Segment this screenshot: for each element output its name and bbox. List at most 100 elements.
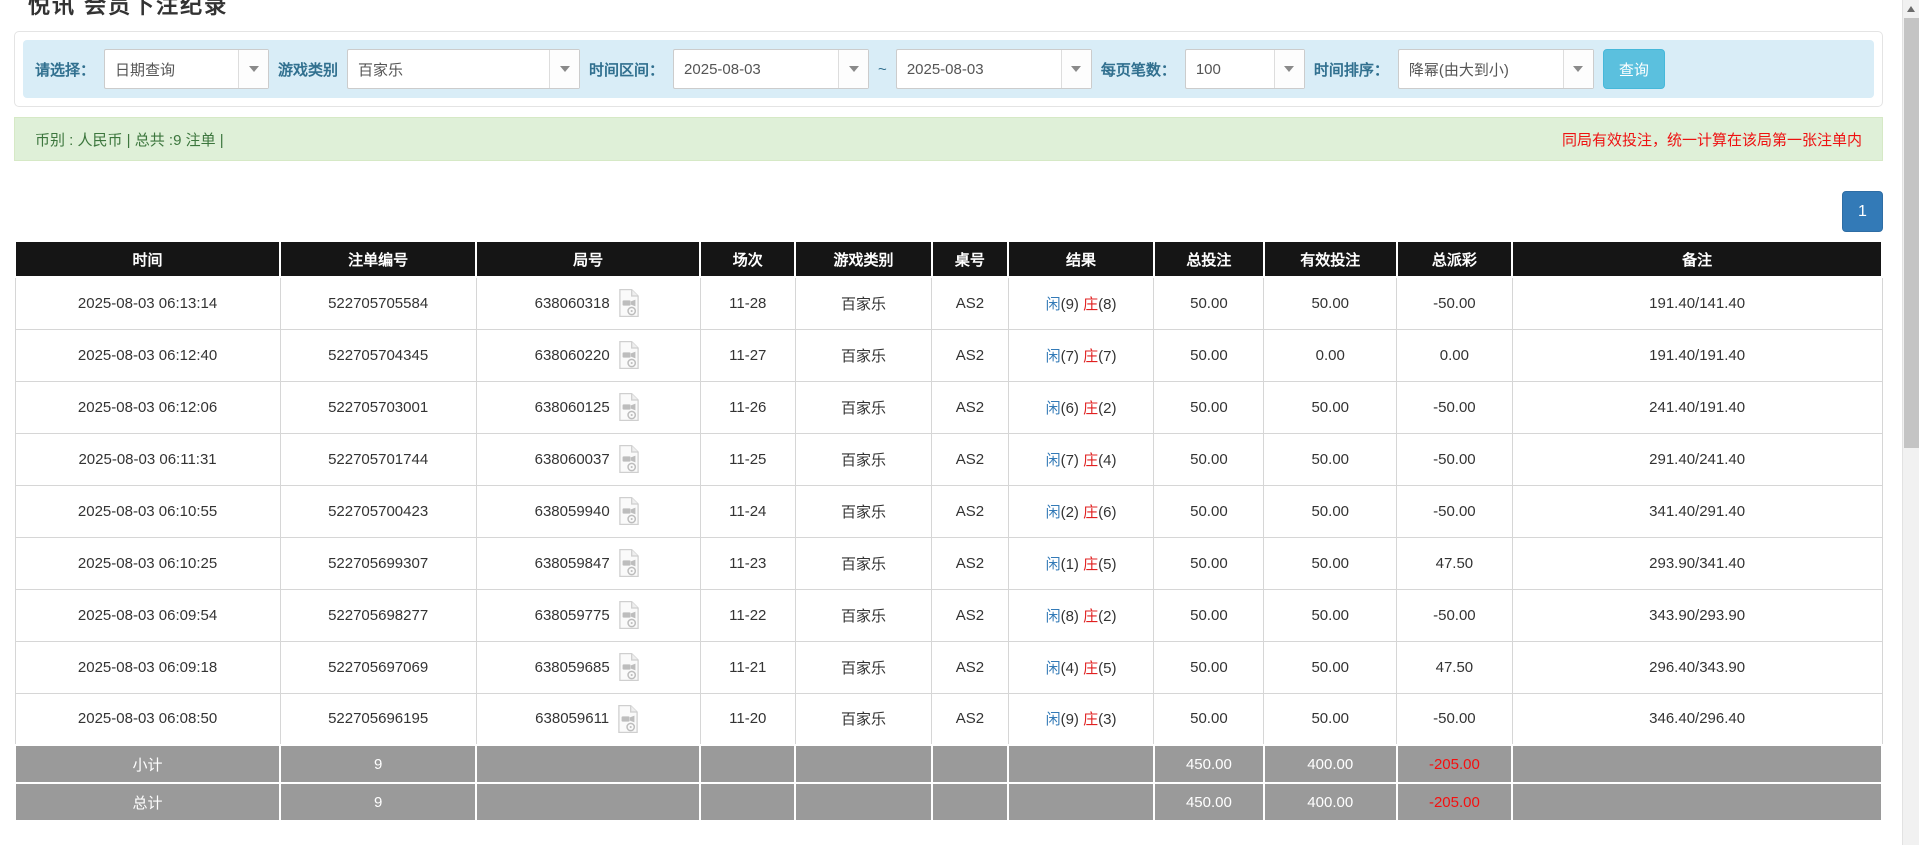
- total-empty: [930, 782, 1010, 822]
- total-total-bet: 450.00: [1152, 782, 1265, 822]
- cell-round: 638060125: [475, 380, 701, 434]
- cell-payout: 47.50: [1396, 536, 1513, 590]
- cell-payout: -50.00: [1396, 380, 1513, 434]
- round-id-text: 638060220: [534, 346, 610, 364]
- chevron-down-icon[interactable]: [1273, 50, 1304, 88]
- cell-valid-bet: 50.00: [1263, 640, 1398, 694]
- query-type-select[interactable]: 日期查询: [104, 49, 270, 89]
- video-replay-icon[interactable]: [616, 340, 642, 370]
- subtotal-valid-bet: 400.00: [1262, 744, 1398, 784]
- result-banker-label: 庄: [1083, 659, 1099, 677]
- round-id-wrap: 638059685: [535, 652, 642, 682]
- table-row: 2025-08-03 06:13:14 522705705584 638060318…: [14, 276, 1883, 330]
- total-empty: [475, 782, 702, 822]
- result-player-num: (7): [1060, 347, 1084, 365]
- cell-game-type: 百家乐: [794, 380, 933, 434]
- date-from-select[interactable]: 2025-08-03: [673, 49, 870, 89]
- column-header-8: 总投注: [1152, 240, 1265, 278]
- subtotal-empty: [1511, 744, 1883, 784]
- cell-bet-id: 522705700423: [279, 484, 477, 538]
- video-replay-icon[interactable]: [616, 444, 642, 474]
- cell-total-bet[interactable]: 50.00: [1153, 276, 1265, 330]
- chevron-down-icon[interactable]: [1060, 50, 1091, 88]
- cell-valid-bet: 0.00: [1263, 328, 1398, 382]
- result-banker-num: (2): [1098, 399, 1117, 417]
- cell-session: 11-22: [699, 588, 796, 642]
- video-replay-icon[interactable]: [616, 548, 642, 578]
- query-type-label: 请选择：: [35, 61, 96, 79]
- cell-valid-bet: 50.00: [1263, 276, 1398, 330]
- video-replay-icon[interactable]: [616, 288, 642, 318]
- cell-game-type: 百家乐: [794, 432, 933, 486]
- cell-valid-bet: 50.00: [1263, 380, 1398, 434]
- table-row: 2025-08-03 06:09:54 522705698277 638059775…: [14, 588, 1883, 642]
- round-id-text: 638060125: [534, 398, 610, 416]
- cell-time: 2025-08-03 06:13:14: [14, 276, 281, 330]
- result-player-label: 闲: [1045, 555, 1061, 573]
- cell-total-bet[interactable]: 50.00: [1153, 692, 1265, 746]
- cell-time: 2025-08-03 06:12:40: [14, 328, 281, 382]
- cell-note: 291.40/241.40: [1511, 432, 1883, 486]
- bet-records-table: 时间 注单编号 局号 场次 游戏类别 桌号 结果 总投注 有效投注 总派彩 备注 2025-08-0…: [13, 240, 1883, 822]
- cell-payout: -50.00: [1396, 276, 1513, 330]
- total-valid-bet: 400.00: [1262, 782, 1398, 822]
- date-range-separator: ~: [878, 60, 887, 78]
- game-type-select[interactable]: 百家乐: [347, 49, 581, 89]
- cell-table-no: AS2: [931, 328, 1009, 382]
- cell-note: 293.90/341.40: [1511, 536, 1883, 590]
- subtotal-total-bet: 450.00: [1152, 744, 1265, 784]
- page-size-select[interactable]: 100: [1184, 49, 1305, 89]
- subtotal-row: 小计 9 450.00 400.00 -205.00: [13, 744, 1883, 784]
- filter-panel-container: 请选择： 日期查询 游戏类别 百家乐 时间区间： 2025-08-03 ~ 20…: [14, 31, 1883, 107]
- cell-total-bet[interactable]: 50.00: [1153, 588, 1265, 642]
- cell-bet-id: 522705699307: [279, 536, 477, 590]
- video-replay-icon[interactable]: [616, 496, 642, 526]
- result-banker-label: 庄: [1083, 347, 1099, 365]
- video-replay-icon[interactable]: [615, 704, 641, 734]
- time-sort-select[interactable]: 降幂(由大到小): [1397, 49, 1594, 89]
- video-replay-icon[interactable]: [616, 600, 642, 630]
- cell-total-bet[interactable]: 50.00: [1153, 328, 1265, 382]
- cell-total-bet[interactable]: 50.00: [1153, 380, 1265, 434]
- result-player-num: (4): [1060, 659, 1084, 677]
- round-id-text: 638059611: [535, 710, 610, 728]
- cell-time: 2025-08-03 06:09:18: [14, 640, 281, 694]
- round-id-text: 638060318: [534, 294, 610, 312]
- result-banker-num: (2): [1098, 607, 1117, 625]
- cell-total-bet[interactable]: 50.00: [1153, 640, 1265, 694]
- chevron-down-icon[interactable]: [838, 50, 869, 88]
- table-row: 2025-08-03 06:10:55 522705700423 638059940…: [14, 484, 1883, 538]
- chevron-down-icon[interactable]: [238, 50, 269, 88]
- pagination-page-1[interactable]: 1: [1842, 191, 1883, 232]
- cell-session: 11-28: [699, 276, 796, 330]
- round-id-wrap: 638059940: [535, 496, 642, 526]
- cell-total-bet[interactable]: 50.00: [1153, 484, 1265, 538]
- date-to-select[interactable]: 2025-08-03: [895, 49, 1092, 89]
- cell-game-type: 百家乐: [794, 328, 933, 382]
- cell-bet-id: 522705697069: [279, 640, 477, 694]
- scrollbar-thumb[interactable]: [1904, 18, 1919, 448]
- subtotal-empty: [1007, 744, 1155, 784]
- chevron-down-icon[interactable]: [1562, 50, 1593, 88]
- cell-table-no: AS2: [931, 692, 1009, 746]
- cell-valid-bet: 50.00: [1263, 432, 1398, 486]
- video-replay-icon[interactable]: [616, 652, 642, 682]
- total-empty: [1007, 782, 1155, 822]
- cell-note: 296.40/343.90: [1511, 640, 1883, 694]
- table-row: 2025-08-03 06:08:50 522705696195 638059611…: [14, 692, 1883, 746]
- round-id-wrap: 638060318: [535, 288, 642, 318]
- result-player-label: 闲: [1045, 347, 1061, 365]
- column-header-5: 游戏类别: [794, 240, 933, 278]
- cell-total-bet[interactable]: 50.00: [1153, 536, 1265, 590]
- chevron-down-icon[interactable]: [549, 50, 580, 88]
- cell-total-bet[interactable]: 50.00: [1153, 432, 1265, 486]
- cell-round: 638060037: [475, 432, 701, 486]
- vertical-scrollbar[interactable]: [1902, 0, 1919, 845]
- video-replay-icon[interactable]: [616, 392, 642, 422]
- result-player-num: (8): [1060, 607, 1084, 625]
- scroll-up-arrow-icon[interactable]: [1903, 0, 1919, 17]
- table-row: 2025-08-03 06:12:06 522705703001 638060125…: [14, 380, 1883, 434]
- page-size-value: 100: [1195, 60, 1221, 78]
- search-button[interactable]: 查询: [1602, 49, 1665, 89]
- cell-bet-id: 522705698277: [279, 588, 477, 642]
